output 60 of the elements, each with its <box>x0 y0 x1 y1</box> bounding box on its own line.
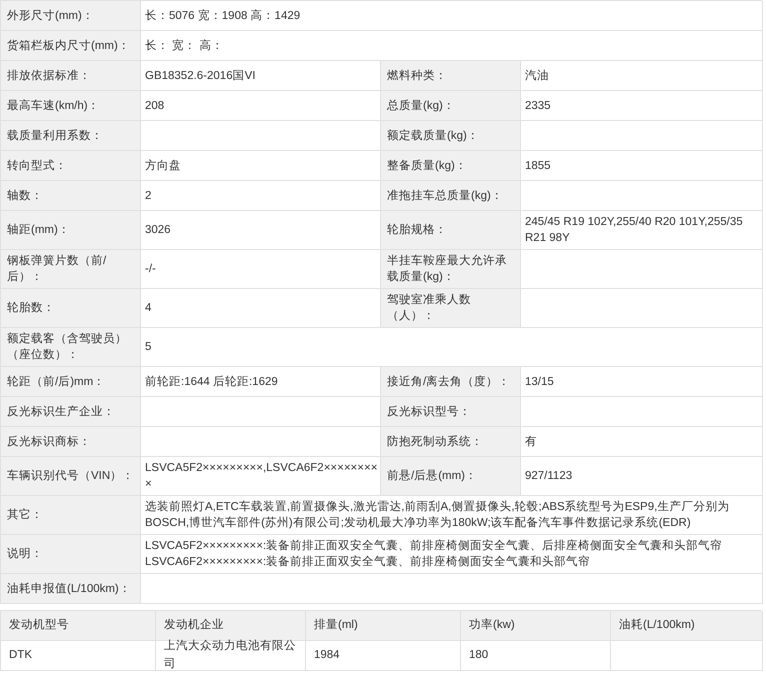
table-cell: 208 <box>141 91 381 121</box>
table-cell: 5 <box>141 328 763 367</box>
field-label: 防抱死制动系统： <box>381 427 521 457</box>
table-cell: 汽油 <box>521 61 763 91</box>
field-label: 说明： <box>1 535 141 574</box>
column-header: 功率(kw) <box>461 611 611 641</box>
field-label: 外形尺寸(mm)： <box>1 1 141 31</box>
table-cell: DTK <box>1 641 156 671</box>
field-label: 车辆识别代号（VIN）： <box>1 457 141 496</box>
table-cell: 2 <box>141 181 381 211</box>
field-label: 轮胎规格： <box>381 211 521 250</box>
table-cell: 4 <box>141 289 381 328</box>
field-label: 载质量利用系数： <box>1 121 141 151</box>
table-cell: -/- <box>141 250 381 289</box>
field-label: 前悬/后悬(mm)： <box>381 457 521 496</box>
table-cell: 方向盘 <box>141 151 381 181</box>
field-label: 半挂车鞍座最大允许承载质量(kg)： <box>381 250 521 289</box>
field-label: 驾驶室准乘人数（人）： <box>381 289 521 328</box>
table-cell: 2335 <box>521 91 763 121</box>
table-cell: 13/15 <box>521 367 763 397</box>
field-label: 轴数： <box>1 181 141 211</box>
field-label: 轮距（前/后)mm： <box>1 367 141 397</box>
table-cell: 前轮距:1644 后轮距:1629 <box>141 367 381 397</box>
field-label: 货箱栏板内尺寸(mm)： <box>1 31 141 61</box>
table-cell: 上汽大众动力电池有限公司 <box>156 641 306 671</box>
field-label: 额定载质量(kg)： <box>381 121 521 151</box>
field-label: 轴距(mm)： <box>1 211 141 250</box>
table-cell: 1984 <box>306 641 461 671</box>
table-cell: 1855 <box>521 151 763 181</box>
table-cell: 选装前照灯A,ETC车载装置,前置摄像头,激光雷达,前雨刮A,侧置摄像头,轮毂;ABS系统型号为ESP9,生产厂分别为BOSCH,博世汽车部件(苏州)有限公司;发动机最大净功率为180kW;该车配备汽车事件数据记录系统(EDR) <box>141 496 763 535</box>
field-label: 钢板弹簧片数（前/后）： <box>1 250 141 289</box>
column-header: 排量(ml) <box>306 611 461 641</box>
table-cell: 245/45 R19 102Y,255/40 R20 101Y,255/35 R21 98Y <box>521 211 763 250</box>
table-cell: 有 <box>521 427 763 457</box>
field-label: 油耗申报值(L/100km)： <box>1 574 141 604</box>
field-label: 反光标识型号： <box>381 397 521 427</box>
field-label: 排放依据标准： <box>1 61 141 91</box>
table-cell: 长： 宽： 高： <box>141 31 763 61</box>
field-label: 反光标识商标： <box>1 427 141 457</box>
field-label: 转向型式： <box>1 151 141 181</box>
table-cell: 927/1123 <box>521 457 763 496</box>
table-cell: LSVCA5F2×××××××××:装备前排正面双安全气囊、前排座椅侧面安全气囊、后排座椅侧面安全气囊和头部气帘 LSVCA6F2×××××××××:装备前排正面双安全气囊、前排座椅侧面安全气囊和头部气帘 <box>141 535 763 574</box>
column-header: 发动机企业 <box>156 611 306 641</box>
table-cell: 180 <box>461 641 611 671</box>
field-label: 总质量(kg)： <box>381 91 521 121</box>
field-label: 整备质量(kg)： <box>381 151 521 181</box>
column-header: 油耗(L/100km) <box>611 611 763 641</box>
table-cell: 长：5076 宽：1908 高：1429 <box>141 1 763 31</box>
field-label: 准拖挂车总质量(kg)： <box>381 181 521 211</box>
field-label: 额定载客（含驾驶员）（座位数）： <box>1 328 141 367</box>
table-cell: 3026 <box>141 211 381 250</box>
field-label: 其它： <box>1 496 141 535</box>
table-cell: LSVCA5F2×××××××××,LSVCA6F2××××××××× <box>141 457 381 496</box>
field-label: 最高车速(km/h)： <box>1 91 141 121</box>
column-header: 发动机型号 <box>1 611 156 641</box>
field-label: 轮胎数： <box>1 289 141 328</box>
field-label: 接近角/离去角（度）： <box>381 367 521 397</box>
field-label: 燃料种类： <box>381 61 521 91</box>
table-cell: GB18352.6-2016国VI <box>141 61 381 91</box>
field-label: 反光标识生产企业： <box>1 397 141 427</box>
